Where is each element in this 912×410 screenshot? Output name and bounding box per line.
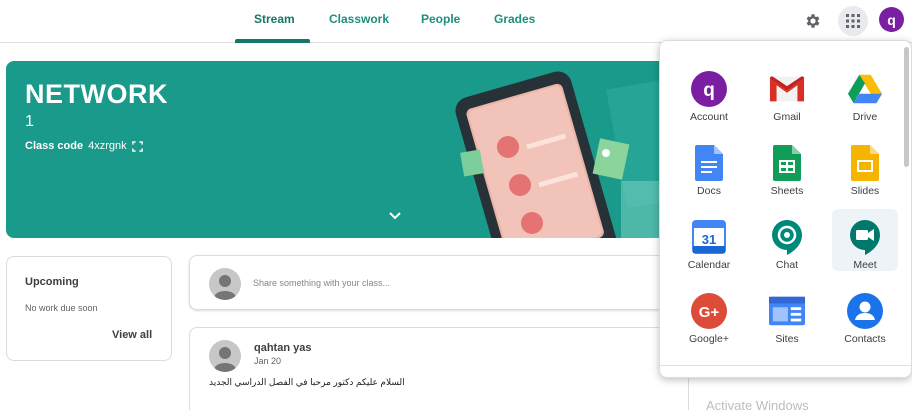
app-meet[interactable]: Meet [832, 209, 898, 271]
google-apps-button[interactable] [838, 6, 868, 36]
app-calendar[interactable]: 31 Calendar [676, 209, 742, 271]
app-label: Chat [775, 259, 799, 271]
app-label: Meet [853, 259, 877, 271]
app-label: Docs [697, 185, 721, 197]
class-code: Class code 4xzrgnk [25, 140, 143, 152]
settings-button[interactable] [798, 6, 828, 36]
sheets-icon [769, 145, 805, 181]
svg-text:q: q [703, 80, 715, 101]
contacts-icon [847, 293, 883, 329]
app-label: Sites [775, 333, 799, 345]
post-body: السلام عليكم دكتور مرحبا في الفصل الدراس… [209, 377, 405, 387]
class-code-value: 4xzrgnk [88, 140, 127, 152]
drive-icon [847, 71, 883, 107]
app-sheets[interactable]: Sheets [754, 135, 820, 197]
account-icon: q [691, 71, 727, 107]
calendar-icon: 31 [691, 219, 727, 255]
docs-icon [691, 145, 727, 181]
share-box[interactable]: Share something with your class... [189, 255, 689, 310]
panel-scrollbar[interactable] [904, 47, 909, 167]
tab-classwork[interactable]: Classwork [329, 12, 389, 26]
user-avatar [209, 268, 241, 300]
person-icon [214, 347, 236, 372]
class-banner: NETWORK 1 Class code 4xzrgnk [6, 61, 696, 238]
upcoming-title: Upcoming [25, 276, 79, 288]
chevron-down-icon[interactable] [388, 211, 402, 221]
tab-grades[interactable]: Grades [494, 12, 535, 26]
upcoming-card: Upcoming No work due soon View all [6, 256, 172, 361]
google-plus-icon: G+ [691, 293, 727, 329]
class-section: 1 [25, 113, 34, 130]
app-google-plus[interactable]: G+ Google+ [676, 283, 742, 345]
app-label: Drive [852, 111, 878, 123]
app-chat[interactable]: Chat [754, 209, 820, 271]
google-apps-panel: q Account Gmail Drive Docs Sheets Slides [659, 40, 912, 378]
post-author-avatar [209, 340, 241, 372]
windows-activation-watermark: Activate Windows [706, 398, 809, 410]
app-gmail[interactable]: Gmail [754, 61, 820, 123]
active-tab-indicator [235, 39, 310, 43]
app-sites[interactable]: Sites [754, 283, 820, 345]
app-label: Google+ [689, 333, 729, 345]
app-label: Account [690, 111, 728, 123]
app-account[interactable]: q Account [676, 61, 742, 123]
person-icon [214, 275, 236, 300]
app-docs[interactable]: Docs [676, 135, 742, 197]
slides-icon [847, 145, 883, 181]
app-label: Contacts [844, 333, 886, 345]
app-label: Gmail [773, 111, 801, 123]
app-label: Sheets [770, 185, 804, 197]
apps-grid-icon [846, 14, 860, 28]
account-avatar[interactable]: q [879, 7, 904, 32]
meet-icon [847, 219, 883, 255]
app-contacts[interactable]: Contacts [832, 283, 898, 345]
post-author: qahtan yas [254, 342, 312, 354]
gmail-icon [769, 71, 805, 107]
class-title: NETWORK [25, 79, 168, 109]
panel-divider [660, 365, 911, 366]
view-all-link[interactable]: View all [112, 329, 152, 341]
stream-post: qahtan yas Jan 20 السلام عليكم دكتور مرح… [189, 327, 689, 410]
sites-icon [769, 293, 805, 329]
tab-stream[interactable]: Stream [254, 12, 295, 26]
post-date: Jan 20 [254, 356, 282, 366]
fullscreen-icon[interactable] [131, 140, 143, 152]
google-plus-text: G+ [699, 304, 720, 321]
gear-icon [806, 14, 820, 28]
app-label: Slides [850, 185, 880, 197]
app-drive[interactable]: Drive [832, 61, 898, 123]
chat-icon [769, 219, 805, 255]
class-code-label: Class code [25, 140, 84, 152]
upcoming-empty-text: No work due soon [25, 303, 98, 313]
calendar-day-text: 31 [702, 232, 716, 247]
tab-people[interactable]: People [421, 12, 460, 26]
top-header: Stream Classwork People Grades q [0, 0, 912, 43]
share-placeholder: Share something with your class... [253, 278, 391, 288]
app-slides[interactable]: Slides [832, 135, 898, 197]
app-label: Calendar [687, 259, 731, 271]
